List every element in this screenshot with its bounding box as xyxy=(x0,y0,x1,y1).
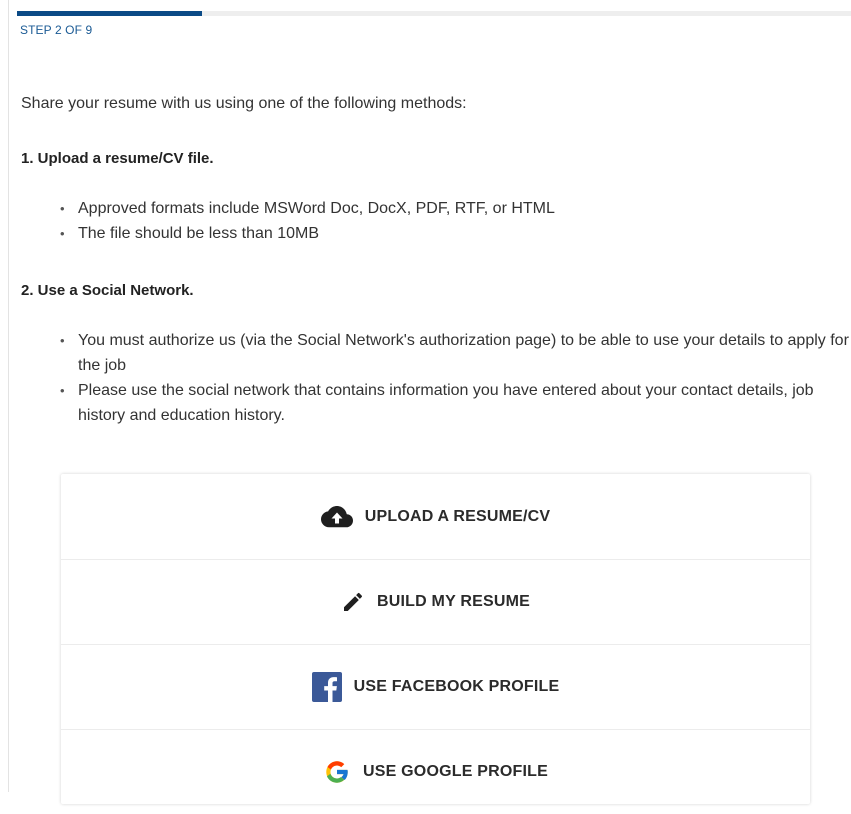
pencil-icon xyxy=(341,590,365,614)
facebook-profile-button[interactable]: USE FACEBOOK PROFILE xyxy=(61,644,810,729)
build-resume-button[interactable]: BUILD MY RESUME xyxy=(61,559,810,644)
social-section-heading: 2. Use a Social Network. xyxy=(21,282,194,299)
upload-resume-label: UPLOAD A RESUME/CV xyxy=(364,507,551,525)
cloud-upload-icon xyxy=(320,505,353,528)
google-profile-label: USE GOOGLE PROFILE xyxy=(363,763,548,780)
facebook-icon xyxy=(311,672,342,702)
apply-options-card: UPLOAD A RESUME/CV BUILD MY RESUME USE F… xyxy=(61,474,810,804)
upload-section-heading: 1. Upload a resume/CV file. xyxy=(21,150,214,167)
progress-bar-fill xyxy=(17,11,203,16)
list-item: Approved formats include MSWord Doc, Doc… xyxy=(58,196,851,221)
build-resume-label: BUILD MY RESUME xyxy=(377,593,530,610)
google-icon xyxy=(323,758,351,786)
upload-bullet-list: Approved formats include MSWord Doc, Doc… xyxy=(58,196,851,246)
list-item: You must authorize us (via the Social Ne… xyxy=(58,328,851,378)
upload-resume-button[interactable]: UPLOAD A RESUME/CV xyxy=(61,474,810,559)
page-left-border xyxy=(8,0,9,792)
step-indicator: STEP 2 OF 9 xyxy=(20,23,93,37)
intro-text: Share your resume with us using one of t… xyxy=(21,95,467,112)
progress-bar xyxy=(17,11,851,16)
list-item: The file should be less than 10MB xyxy=(58,221,851,246)
social-bullet-list: You must authorize us (via the Social Ne… xyxy=(58,328,851,428)
facebook-profile-label: USE FACEBOOK PROFILE xyxy=(353,678,560,695)
list-item: Please use the social network that conta… xyxy=(58,378,851,428)
google-profile-button[interactable]: USE GOOGLE PROFILE xyxy=(61,729,810,814)
